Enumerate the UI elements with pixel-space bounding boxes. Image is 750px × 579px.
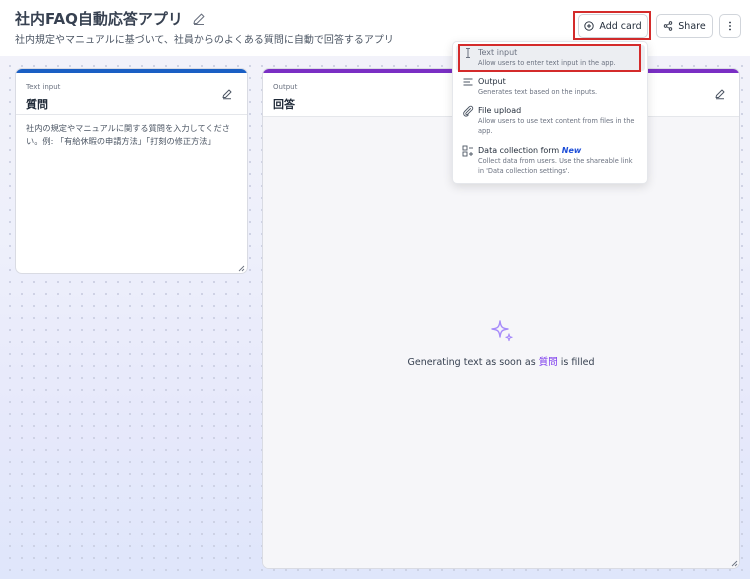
text-input-card[interactable]: Text input 質問 社内の規定やマニュアルに関する質問を入力してください… [15, 68, 248, 274]
menu-item-label: Data collection form New [478, 146, 581, 155]
new-badge: New [561, 146, 582, 155]
text-cursor-icon [466, 48, 470, 58]
paperclip-icon [463, 105, 474, 117]
edit-card-icon[interactable] [221, 88, 233, 100]
card-type-label: Output [273, 83, 298, 91]
resize-handle-icon[interactable] [237, 264, 245, 272]
status-prefix: Generating text as soon as [407, 357, 536, 368]
status-reference: 質問 [538, 357, 558, 368]
lines-icon [463, 78, 473, 86]
menu-item-text-input[interactable]: Text input Allow users to enter text inp… [456, 45, 645, 71]
form-icon [462, 145, 473, 157]
add-card-button[interactable]: Add card [578, 14, 648, 38]
card-type-label: Text input [26, 83, 61, 91]
menu-item-label: Output [478, 77, 506, 86]
menu-item-label-text: Data collection form [478, 146, 560, 155]
menu-item-description: Generates text based on the inputs. [478, 88, 598, 96]
sparkle-icon [491, 320, 513, 342]
generation-status: Generating text as soon as 質問 is filled [263, 354, 739, 368]
card-divider [16, 114, 247, 115]
card-title: 質問 [26, 98, 48, 111]
menu-item-label: File upload [478, 106, 522, 115]
app-subtitle: 社内規定やマニュアルに基づいて、社員からのよくある質問に自動で回答するアプリ [15, 35, 394, 46]
share-button[interactable]: Share [656, 14, 713, 38]
edit-card-icon[interactable] [714, 88, 726, 100]
input-card-accent-bar [16, 69, 247, 73]
add-card-label: Add card [599, 20, 642, 32]
status-suffix: is filled [560, 357, 595, 368]
share-label: Share [678, 20, 706, 32]
add-card-menu: Text input Allow users to enter text inp… [452, 41, 648, 184]
resize-handle-icon[interactable] [730, 559, 738, 567]
menu-item-output[interactable]: Output Generates text based on the input… [456, 74, 645, 100]
card-title: 回答 [273, 98, 295, 111]
more-options-button[interactable] [719, 14, 741, 38]
app-title: 社内FAQ自動応答アプリ [15, 10, 183, 28]
menu-item-description: Allow users to use text content from fil… [478, 117, 635, 135]
menu-item-label: Text input [478, 48, 518, 57]
menu-item-data-collection-form[interactable]: Data collection form New Collect data fr… [456, 143, 645, 181]
menu-item-description: Collect data from users. Use the shareab… [478, 157, 633, 175]
menu-item-description: Allow users to enter text input in the a… [478, 59, 616, 67]
menu-item-file-upload[interactable]: File upload Allow users to use text cont… [456, 103, 645, 141]
more-vertical-icon [729, 21, 731, 31]
edit-title-icon[interactable] [192, 12, 206, 26]
question-input[interactable]: 社内の規定やマニュアルに関する質問を入力してください。例: 「有給休暇の申請方法… [26, 122, 238, 148]
plus-circle-icon [584, 21, 595, 31]
share-icon [664, 21, 673, 31]
